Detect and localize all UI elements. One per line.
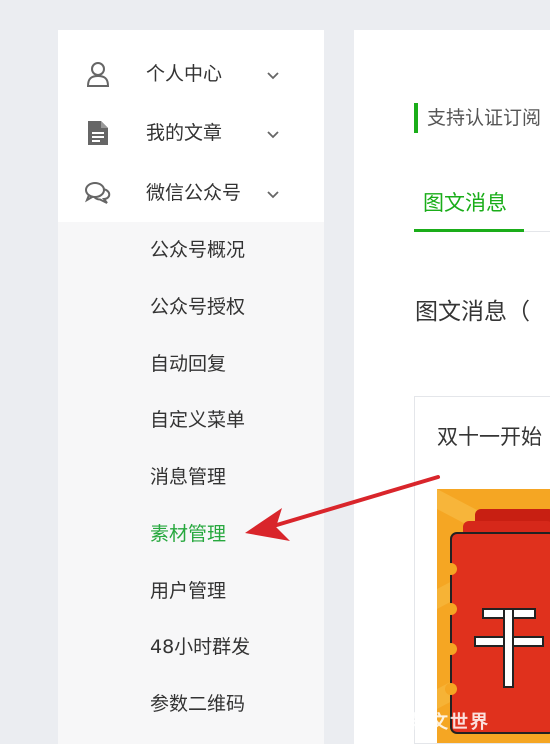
watermark-text: 软文世界 xyxy=(410,712,490,733)
wechat-submenu: 公众号概况 公众号授权 自动回复 自定义菜单 消息管理 素材管理 用户管理 48… xyxy=(58,222,324,744)
submenu-item-label: 消息管理 xyxy=(150,466,227,488)
submenu-item-label: 自动回复 xyxy=(150,353,227,375)
submenu-item-user-management[interactable]: 用户管理 xyxy=(58,563,324,620)
sidebar: 个人中心 我的文章 微信公众号 公众号概况 公众号授权 自动回复 自定义菜单 消… xyxy=(58,30,324,744)
chat-bubbles-icon xyxy=(84,179,112,207)
menu-group-label: 微信公众号 xyxy=(146,182,242,204)
section-title: 图文消息（ xyxy=(415,299,530,325)
menu-group-my-articles[interactable]: 我的文章 xyxy=(58,104,324,162)
tab-label: 图文消息 xyxy=(423,191,507,215)
chevron-down-icon xyxy=(266,126,280,140)
person-icon xyxy=(84,60,112,88)
article-cover-image xyxy=(437,489,550,743)
article-card[interactable]: 双十一开始 xyxy=(414,396,550,744)
menu-group-personal-center[interactable]: 个人中心 xyxy=(58,45,324,103)
notice-bar: 支持认证订阅 xyxy=(414,103,550,133)
submenu-item-label: 公众号授权 xyxy=(150,296,246,318)
submenu-item-label: 公众号概况 xyxy=(150,239,246,261)
submenu-item-account-overview[interactable]: 公众号概况 xyxy=(58,222,324,279)
submenu-item-account-authorization[interactable]: 公众号授权 xyxy=(58,279,324,336)
menu-group-label: 我的文章 xyxy=(146,122,223,144)
submenu-item-auto-reply[interactable]: 自动回复 xyxy=(58,336,324,393)
submenu-item-custom-menu[interactable]: 自定义菜单 xyxy=(58,392,324,449)
tab-bar: 图文消息 xyxy=(414,180,550,232)
notice-text: 支持认证订阅 xyxy=(427,107,542,129)
main-content: 支持认证订阅 图文消息 图文消息（ 双十一开始 xyxy=(354,30,550,744)
article-card-title: 双十一开始 xyxy=(437,425,542,449)
submenu-item-material-management[interactable]: 素材管理 xyxy=(58,506,324,563)
chevron-down-icon xyxy=(266,67,280,81)
submenu-item-label: 用户管理 xyxy=(150,580,227,602)
submenu-item-message-management[interactable]: 消息管理 xyxy=(58,449,324,506)
submenu-item-parametric-qrcode[interactable]: 参数二维码 xyxy=(58,676,324,733)
submenu-item-label: 48小时群发 xyxy=(150,636,251,658)
submenu-item-label: 参数二维码 xyxy=(150,693,246,715)
submenu-item-label: 素材管理 xyxy=(150,523,227,545)
submenu-item-label: 自定义菜单 xyxy=(150,409,246,431)
document-icon xyxy=(84,119,112,147)
submenu-item-48h-broadcast[interactable]: 48小时群发 xyxy=(58,619,324,676)
tab-news-messages[interactable]: 图文消息 xyxy=(414,180,524,232)
menu-group-label: 个人中心 xyxy=(146,63,223,85)
chevron-down-icon xyxy=(266,186,280,200)
menu-group-wechat-official-account[interactable]: 微信公众号 xyxy=(58,164,324,222)
